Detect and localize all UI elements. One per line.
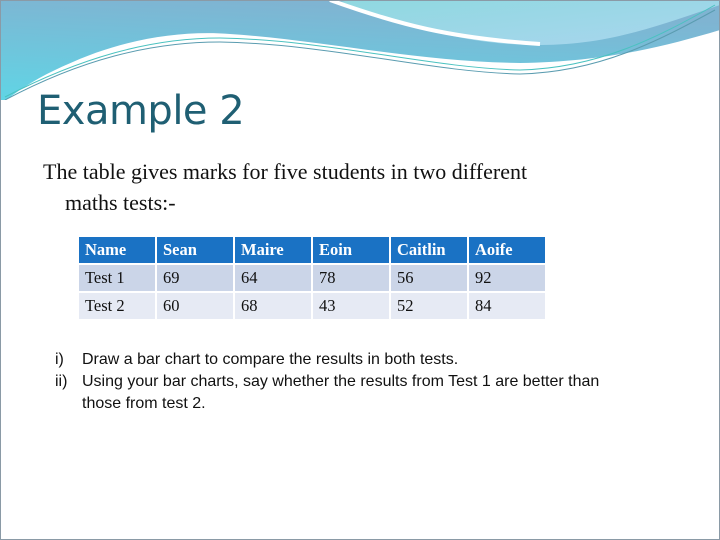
table-cell: 69: [157, 265, 233, 291]
question-number: ii): [55, 373, 68, 390]
intro-line-2: maths tests:-: [65, 190, 176, 215]
question-text-continued: those from test 2.: [82, 395, 206, 412]
table-header-row: Name Sean Maire Eoin Caitlin Aoife: [79, 237, 545, 263]
table-row: Test 1 69 64 78 56 92: [79, 265, 545, 291]
table-cell: 84: [469, 293, 545, 319]
question-item: i) Draw a bar chart to compare the resul…: [55, 349, 599, 371]
header-cell: Eoin: [313, 237, 389, 263]
slide-title: Example 2: [37, 88, 245, 134]
question-text: Draw a bar chart to compare the results …: [82, 351, 459, 368]
header-cell: Aoife: [469, 237, 545, 263]
question-item: ii) Using your bar charts, say whether t…: [55, 371, 599, 415]
header-cell: Name: [79, 237, 155, 263]
question-list: i) Draw a bar chart to compare the resul…: [55, 349, 599, 415]
table-cell: 64: [235, 265, 311, 291]
table-row: Test 2 60 68 43 52 84: [79, 293, 545, 319]
question-text: Using your bar charts, say whether the r…: [82, 373, 600, 390]
table-cell: 60: [157, 293, 233, 319]
table-cell: Test 2: [79, 293, 155, 319]
table-cell: 56: [391, 265, 467, 291]
table-cell: 52: [391, 293, 467, 319]
table-cell: 78: [313, 265, 389, 291]
marks-table: Name Sean Maire Eoin Caitlin Aoife Test …: [77, 235, 547, 321]
table-cell: Test 1: [79, 265, 155, 291]
table-cell: 43: [313, 293, 389, 319]
table-cell: 92: [469, 265, 545, 291]
intro-text: The table gives marks for five students …: [43, 156, 683, 218]
table-cell: 68: [235, 293, 311, 319]
header-cell: Caitlin: [391, 237, 467, 263]
header-cell: Maire: [235, 237, 311, 263]
header-cell: Sean: [157, 237, 233, 263]
question-number: i): [55, 351, 64, 368]
intro-line-1: The table gives marks for five students …: [43, 159, 528, 184]
